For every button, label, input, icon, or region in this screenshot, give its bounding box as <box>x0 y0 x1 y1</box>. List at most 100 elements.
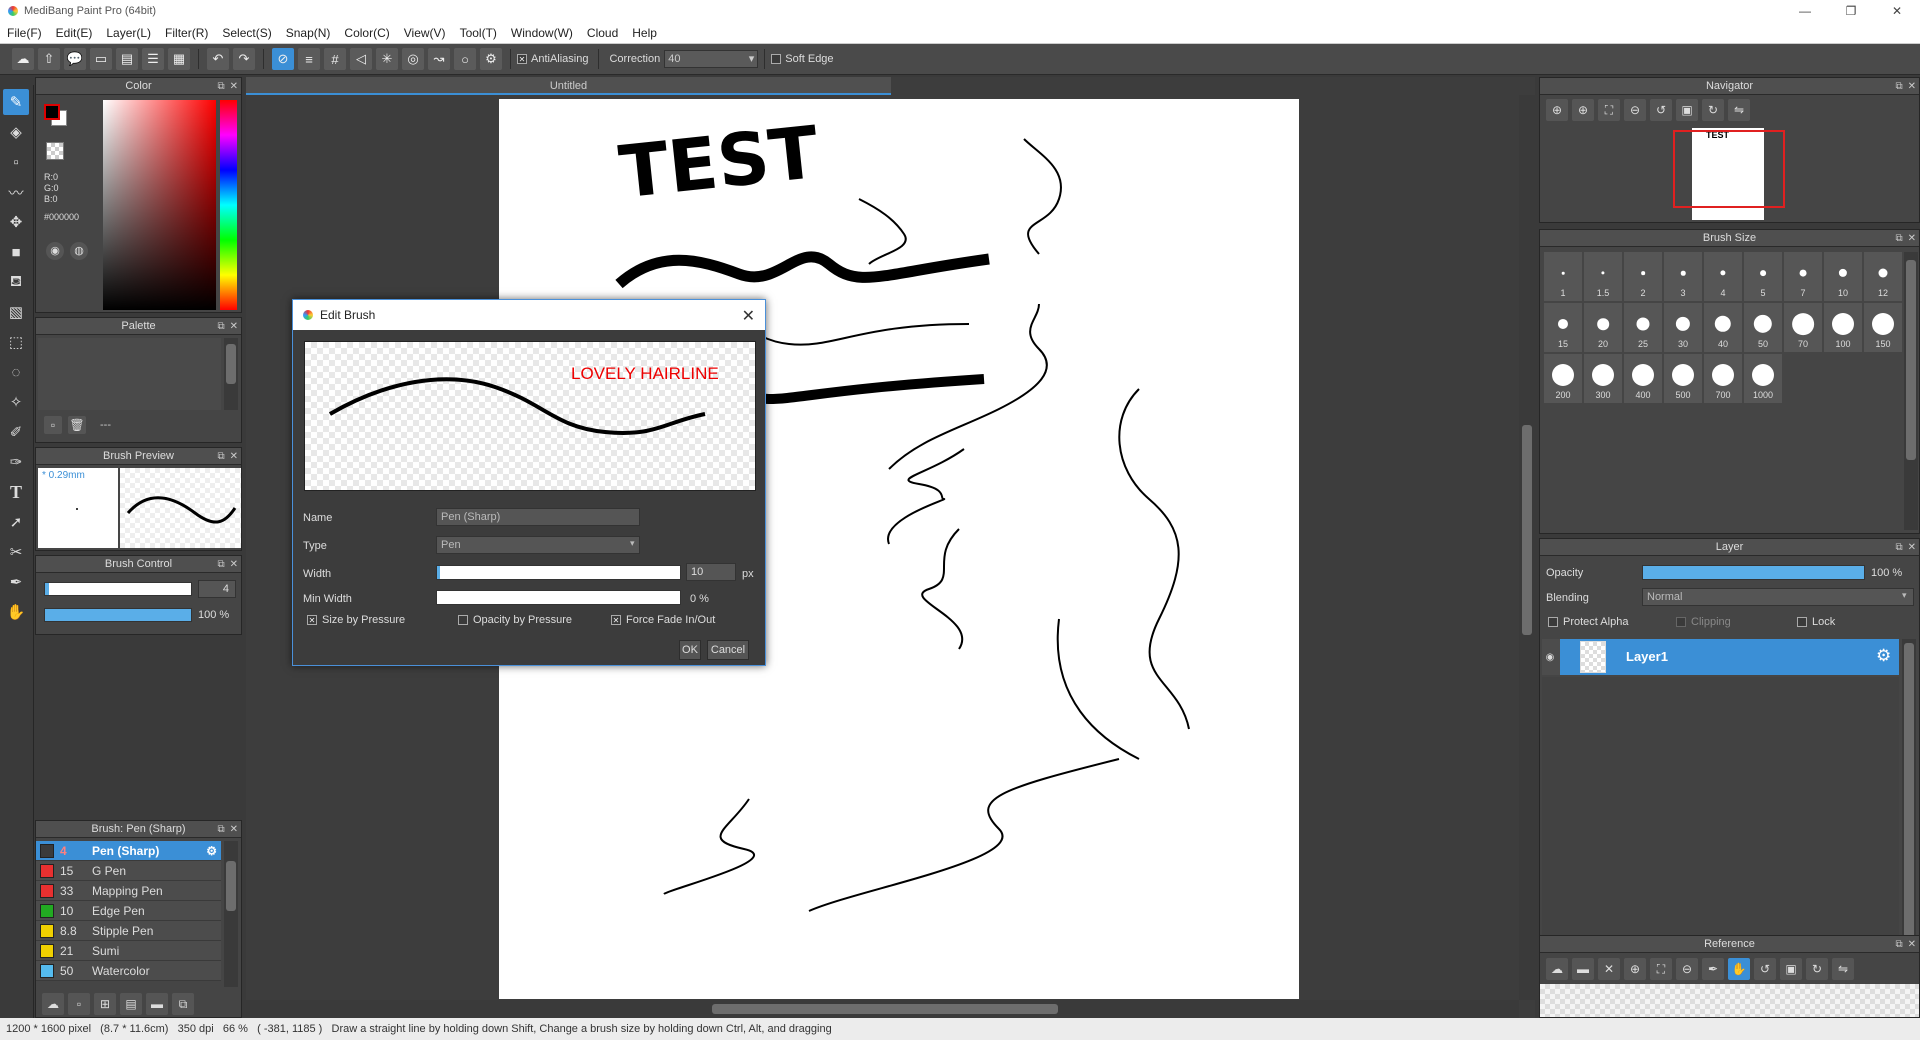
hue-slider[interactable] <box>220 100 237 310</box>
brush-item-stipple-pen[interactable]: 8.8 Stipple Pen <box>36 921 221 941</box>
snap-settings-icon[interactable]: ⚙ <box>480 48 502 70</box>
undock-icon[interactable]: ⧉ <box>217 559 224 570</box>
undock-icon[interactable]: ⧉ <box>1895 81 1902 92</box>
maximize-button[interactable]: ❐ <box>1828 0 1874 22</box>
select-eraser-tool-icon[interactable]: ✑ <box>3 449 29 475</box>
undock-icon[interactable]: ⧉ <box>1895 939 1902 950</box>
hand-icon[interactable]: ✋ <box>1728 958 1750 980</box>
soft-edge-checkbox[interactable] <box>771 54 782 64</box>
eyedropper-tool-icon[interactable]: ✒ <box>3 569 29 595</box>
grid-icon[interactable]: ▦ <box>168 48 190 70</box>
close-panel-icon[interactable]: ✕ <box>230 321 238 332</box>
close-panel-icon[interactable]: ✕ <box>1908 233 1916 244</box>
dot-tool-icon[interactable]: ▫ <box>3 149 29 175</box>
rotate-right-icon[interactable]: ↻ <box>1702 99 1724 121</box>
select-pen-tool-icon[interactable]: ✐ <box>3 419 29 445</box>
close-reference-icon[interactable]: ✕ <box>1598 958 1620 980</box>
zoom-in-icon[interactable]: ⊕ <box>1546 99 1568 121</box>
brush-size-option[interactable]: 10 <box>1824 252 1862 301</box>
menu-file[interactable]: File(F) <box>0 26 49 40</box>
menu-snap[interactable]: Snap(N) <box>279 26 338 40</box>
brush-size-option[interactable]: 12 <box>1864 252 1902 301</box>
hand-tool-icon[interactable]: ✋ <box>3 599 29 625</box>
menu-tool[interactable]: Tool(T) <box>453 26 504 40</box>
close-panel-icon[interactable]: ✕ <box>1908 81 1916 92</box>
redo-icon[interactable]: ↷ <box>233 48 255 70</box>
min-width-slider[interactable] <box>436 590 681 605</box>
palette-scrollbar[interactable] <box>224 338 238 410</box>
menu-edit[interactable]: Edit(E) <box>49 26 100 40</box>
brush-size-option[interactable]: 1.5 <box>1584 252 1622 301</box>
parallel-snap-icon[interactable]: ≡ <box>298 48 320 70</box>
brush-size-option[interactable]: 7 <box>1784 252 1822 301</box>
palette-swatch-area[interactable] <box>38 338 221 410</box>
size-by-pressure-option[interactable]: ✕ Size by Pressure <box>307 614 405 626</box>
open-reference-icon[interactable]: ▬ <box>1572 958 1594 980</box>
brush-size-option[interactable]: 20 <box>1584 303 1622 352</box>
close-panel-icon[interactable]: ✕ <box>1908 542 1916 553</box>
close-window-button[interactable]: ✕ <box>1874 0 1920 22</box>
color-history-icon[interactable]: ◍ <box>70 242 88 260</box>
blending-select[interactable]: Normal <box>1642 588 1914 606</box>
brush-size-option[interactable]: 70 <box>1784 303 1822 352</box>
zoom-out-icon[interactable]: ⊖ <box>1624 99 1646 121</box>
brush-item-mapping-pen[interactable]: 33 Mapping Pen <box>36 881 221 901</box>
menu-layer[interactable]: Layer(L) <box>99 26 158 40</box>
minimize-button[interactable]: — <box>1782 0 1828 22</box>
curve-snap-icon[interactable]: ↝ <box>428 48 450 70</box>
width-slider[interactable] <box>436 565 681 580</box>
select-rect-tool-icon[interactable]: ⬚ <box>3 329 29 355</box>
zoom-in-icon[interactable]: ⊕ <box>1624 958 1646 980</box>
brush-settings-gear-icon[interactable]: ⚙ <box>206 844 217 858</box>
brush-name-field[interactable]: Pen (Sharp) <box>436 508 640 526</box>
circle-snap-icon[interactable]: ○ <box>454 48 476 70</box>
undock-icon[interactable]: ⧉ <box>1895 542 1902 553</box>
brush-opacity-slider[interactable] <box>44 608 192 622</box>
visibility-eye-icon[interactable]: ◉ <box>1542 652 1558 663</box>
close-panel-icon[interactable]: ✕ <box>1908 939 1916 950</box>
brush-size-option[interactable]: 5 <box>1744 252 1782 301</box>
brush-item-pen-sharp[interactable]: 4 Pen (Sharp) ⚙ <box>36 841 221 861</box>
undock-icon[interactable]: ⧉ <box>217 321 224 332</box>
duplicate-brush-icon[interactable]: ⧉ <box>172 993 194 1015</box>
menu-cloud[interactable]: Cloud <box>580 26 625 40</box>
brush-size-option[interactable]: 40 <box>1704 303 1742 352</box>
saturation-value-picker[interactable] <box>103 100 216 310</box>
brush-size-option[interactable]: 1000 <box>1744 354 1782 403</box>
undock-icon[interactable]: ⧉ <box>217 81 224 92</box>
eyedropper-icon[interactable]: ✒ <box>1702 958 1724 980</box>
canvas-horizontal-scrollbar[interactable] <box>246 1000 1519 1018</box>
brush-tool-icon[interactable]: ✎ <box>3 89 29 115</box>
brush-size-option[interactable]: 2 <box>1624 252 1662 301</box>
zoom-out-icon[interactable]: ⊖ <box>1676 958 1698 980</box>
brush-item-watercolor[interactable]: 50 Watercolor <box>36 961 221 981</box>
radial-snap-icon[interactable]: ✳ <box>376 48 398 70</box>
menu-help[interactable]: Help <box>625 26 664 40</box>
navigator-viewport-frame[interactable] <box>1673 130 1785 208</box>
brush-size-option[interactable]: 700 <box>1704 354 1742 403</box>
close-panel-icon[interactable]: ✕ <box>230 81 238 92</box>
snap-off-icon[interactable]: ⊘ <box>272 48 294 70</box>
lock-option[interactable]: Lock <box>1797 616 1835 628</box>
close-panel-icon[interactable]: ✕ <box>230 559 238 570</box>
comment-icon[interactable]: 💬 <box>64 48 86 70</box>
brush-item-g-pen[interactable]: 15 G Pen <box>36 861 221 881</box>
menu-filter[interactable]: Filter(R) <box>158 26 215 40</box>
operation-tool-icon[interactable]: ➚ <box>3 509 29 535</box>
layer-opacity-slider[interactable] <box>1642 565 1865 580</box>
new-brush-icon[interactable]: ▫ <box>68 993 90 1015</box>
foreground-color-swatch[interactable] <box>44 104 60 120</box>
size-by-pressure-checkbox[interactable]: ✕ <box>307 615 317 625</box>
correction-select[interactable]: 40 <box>664 50 759 68</box>
crisscross-snap-icon[interactable]: # <box>324 48 346 70</box>
protect-alpha-option[interactable]: Protect Alpha <box>1548 616 1628 628</box>
close-panel-icon[interactable]: ✕ <box>230 451 238 462</box>
width-input[interactable]: 10 <box>686 563 736 581</box>
upload-icon[interactable]: ⇧ <box>38 48 60 70</box>
brush-size-option[interactable]: 4 <box>1704 252 1742 301</box>
cloud-brush-icon[interactable]: ☁ <box>42 993 64 1015</box>
lock-checkbox[interactable] <box>1797 617 1807 627</box>
canvas-vertical-scrollbar[interactable] <box>1519 95 1535 1000</box>
brush-size-option[interactable]: 100 <box>1824 303 1862 352</box>
rotate-right-icon[interactable]: ↻ <box>1806 958 1828 980</box>
